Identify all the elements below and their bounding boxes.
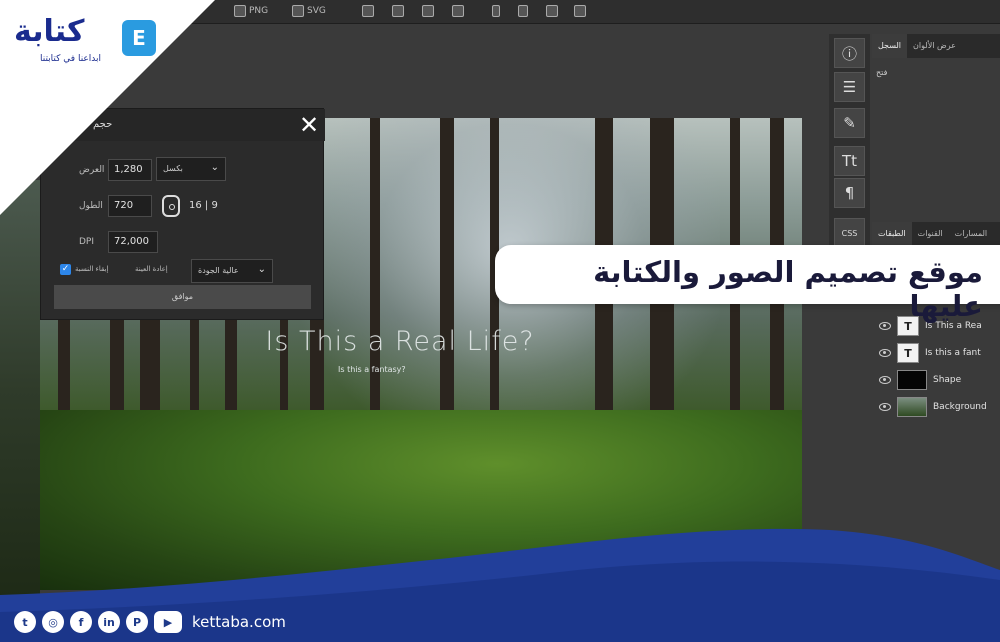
chevron-down-icon: ⌄	[210, 162, 219, 173]
site-url[interactable]: kettaba.com	[192, 613, 286, 631]
layer-tool-button[interactable]	[362, 2, 374, 20]
layer-row[interactable]: T Is this a fant	[872, 340, 1000, 366]
brush-icon: ✎	[843, 114, 856, 132]
layer-name: Background	[933, 402, 987, 412]
quality-select[interactable]: عالية الجودة ⌄	[191, 259, 273, 283]
logo-word: كتابة	[14, 14, 85, 49]
eye-icon[interactable]	[879, 322, 891, 330]
layer-icon	[362, 5, 374, 17]
link-icon[interactable]	[162, 195, 180, 217]
layer-row[interactable]: Background	[872, 394, 1000, 420]
text-icon: Tt	[841, 152, 858, 170]
download-icon	[234, 5, 246, 17]
width-input[interactable]: 1,280	[108, 159, 152, 181]
unit-select[interactable]: بكسل ⌄	[156, 157, 226, 181]
stamp-tool-button[interactable]	[392, 2, 404, 20]
keep-ratio-label: إبقاء النسبة	[75, 265, 109, 273]
banner-title: موقع تصميم الصور والكتابة عليها	[593, 255, 983, 323]
dpi-label: DPI	[79, 237, 95, 247]
aspect-ratio: 16 | 9	[189, 200, 218, 211]
info-tool-button[interactable]: ⓘ	[834, 38, 865, 68]
youtube-icon[interactable]: ▶	[154, 611, 182, 633]
height-label: الطول	[79, 201, 103, 211]
linkedin-icon[interactable]: in	[98, 611, 120, 633]
eye-icon[interactable]	[879, 349, 891, 357]
stamp-icon	[392, 5, 404, 17]
layers-tabs: الطبقات القنوات المسارات	[872, 222, 1000, 246]
tab-swatches[interactable]: عرض الألوان	[907, 34, 962, 58]
paragraph-tool-button[interactable]: ¶	[834, 178, 865, 208]
adjust-tool-button[interactable]: ☰	[834, 72, 865, 102]
text-tool-button[interactable]: Tt	[834, 146, 865, 176]
logo-tagline: ابداعنا في كتابتنا	[40, 54, 102, 64]
history-tabs: السجل عرض الألوان	[872, 34, 1000, 58]
pinterest-icon[interactable]: P	[126, 611, 148, 633]
keep-ratio-checkbox[interactable]: ✓	[60, 264, 71, 275]
eye-icon[interactable]	[879, 403, 891, 411]
instagram-icon[interactable]: ◎	[42, 611, 64, 633]
background-layer-thumb	[897, 397, 927, 417]
resize-dialog: حجم ✕ العرض 1,280 بكسل ⌄ الطول 720 16 | …	[40, 108, 325, 320]
info-icon: ⓘ	[841, 44, 857, 63]
css-icon: CSS	[841, 228, 858, 238]
twitter-icon[interactable]: t	[14, 611, 36, 633]
title-banner: موقع تصميم الصور والكتابة عليها	[495, 245, 1000, 323]
history-row[interactable]: فتح	[876, 68, 887, 77]
flag-tool-button[interactable]	[452, 2, 464, 20]
tool-column: ⓘ ☰ ✎ Tt ¶ CSS	[829, 34, 870, 248]
dpi-input[interactable]: 72,000	[108, 231, 158, 253]
tab-layers[interactable]: الطبقات	[872, 222, 912, 246]
download-icon	[292, 5, 304, 17]
image-tool-button[interactable]	[422, 2, 434, 20]
facebook-icon[interactable]: f	[70, 611, 92, 633]
layer-name: Is this a fant	[925, 348, 981, 358]
phone-icon	[492, 5, 500, 17]
chevron-down-icon: ⌄	[257, 264, 266, 275]
logo-mark: E	[122, 20, 156, 56]
expand-view-button[interactable]	[574, 2, 586, 20]
flag-icon	[452, 5, 464, 17]
shape-layer-thumb	[897, 370, 927, 390]
layer-row[interactable]: Shape	[872, 367, 1000, 393]
tree-trunk	[370, 118, 380, 458]
kettaba-logo[interactable]: E كتابة ابداعنا في كتابتنا	[10, 12, 160, 72]
desktop-icon	[546, 5, 558, 17]
desktop-view-button[interactable]	[546, 2, 558, 20]
width-label: العرض	[79, 165, 105, 175]
dialog-title: حجم	[93, 119, 113, 130]
ok-button[interactable]: موافق	[54, 285, 311, 309]
sliders-icon: ☰	[842, 78, 857, 96]
tab-paths[interactable]: المسارات	[949, 222, 993, 246]
expand-icon	[574, 5, 586, 17]
layer-name: Shape	[933, 375, 962, 385]
tab-history[interactable]: السجل	[872, 34, 908, 58]
brush-tool-button[interactable]: ✎	[834, 108, 865, 138]
tab-channels[interactable]: القنوات	[912, 222, 949, 246]
css-tool-button[interactable]: CSS	[834, 218, 865, 248]
dialog-header: حجم ✕	[41, 109, 325, 141]
paragraph-icon: ¶	[844, 184, 855, 202]
tablet-view-button[interactable]	[518, 2, 528, 20]
phone-view-button[interactable]	[492, 2, 500, 20]
social-footer: t ◎ f in P ▶ kettaba.com	[14, 611, 286, 633]
close-icon[interactable]: ✕	[299, 111, 319, 139]
eye-icon[interactable]	[879, 376, 891, 384]
export-png-button[interactable]: PNG	[234, 2, 268, 20]
resample-label: إعادة العينة	[135, 265, 168, 273]
tablet-icon	[518, 5, 528, 17]
height-input[interactable]: 720	[108, 195, 152, 217]
export-svg-button[interactable]: SVG	[292, 2, 326, 20]
canvas-title-text[interactable]: Is This a Real Life?	[230, 326, 570, 357]
history-panel: السجل عرض الألوان فتح	[872, 34, 1000, 214]
image-icon	[422, 5, 434, 17]
text-layer-thumb: T	[897, 343, 919, 363]
canvas-subtitle-text[interactable]: Is this a fantasy?	[338, 365, 406, 374]
